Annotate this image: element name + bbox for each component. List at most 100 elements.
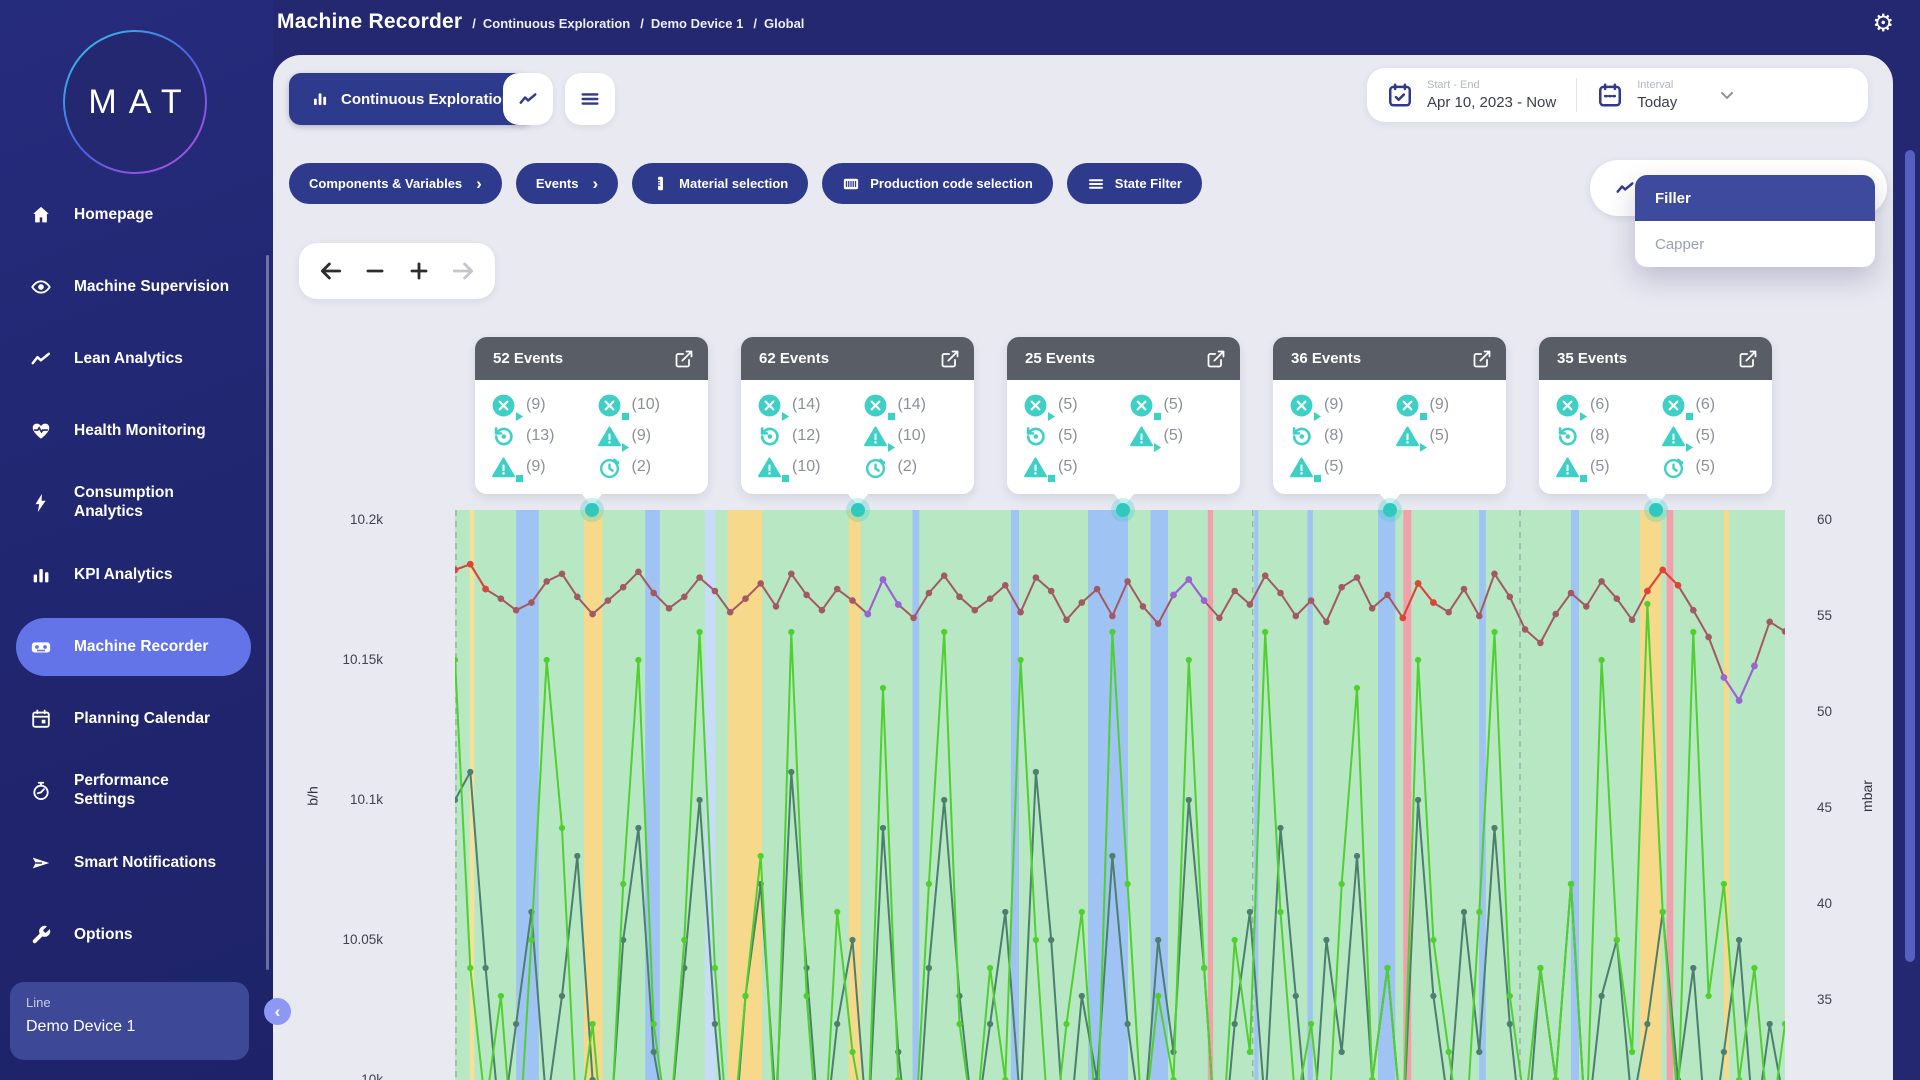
pan-right-button[interactable] xyxy=(450,258,476,284)
page-scrollbar[interactable] xyxy=(1905,150,1915,962)
settings-gear-icon[interactable]: ⚙ xyxy=(1872,12,1894,36)
breadcrumb[interactable]: Global xyxy=(753,16,804,31)
external-link-icon[interactable] xyxy=(1738,349,1758,369)
eye-icon xyxy=(30,276,52,298)
play-subicon xyxy=(887,443,896,452)
heart-pulse-icon xyxy=(30,420,52,442)
event-badge: 25 Events (5)(5)(5)(5)(5) xyxy=(1007,337,1240,494)
sidebar-nav: Homepage Machine Supervision Lean Analyt… xyxy=(0,179,273,971)
zoom-in-button[interactable] xyxy=(406,258,432,284)
sidebar-item-machine-supervision[interactable]: Machine Supervision xyxy=(0,251,273,323)
date-range-label: Start - End xyxy=(1427,79,1556,91)
square-subicon xyxy=(1153,412,1162,421)
refresh-icon xyxy=(1555,424,1580,449)
material-selection-filter[interactable]: Material selection xyxy=(632,163,808,204)
sidebar-scrollbar[interactable] xyxy=(266,255,269,970)
sidebar: MAT Homepage Machine Supervision Lean An… xyxy=(0,0,273,1080)
event-type-count: (10) xyxy=(863,423,969,449)
y2-axis-tick: 35 xyxy=(1817,992,1867,1007)
y-axis-tick: 10.2k xyxy=(303,512,383,527)
sidebar-item-options[interactable]: Options xyxy=(0,899,273,971)
sidebar-item-machine-recorder[interactable]: Machine Recorder xyxy=(0,611,273,683)
sidebar-item-homepage[interactable]: Homepage xyxy=(0,179,273,251)
date-range-value: Apr 10, 2023 - Now xyxy=(1427,94,1556,111)
date-range-picker[interactable]: Start - End Apr 10, 2023 - Now xyxy=(1367,79,1576,111)
production-code-filter[interactable]: Production code selection xyxy=(822,163,1053,204)
event-type-count: (14) xyxy=(863,392,969,418)
sidebar-item-smart-notifications[interactable]: Smart Notifications xyxy=(0,827,273,899)
zoom-out-button[interactable] xyxy=(362,258,388,284)
warning-icon xyxy=(1289,455,1314,480)
sidebar-item-kpi-analytics[interactable]: KPI Analytics xyxy=(0,539,273,611)
event-marker-dot[interactable] xyxy=(851,503,865,517)
cancel-icon xyxy=(1129,393,1154,418)
sidebar-item-consumption-analytics[interactable]: Consumption Analytics xyxy=(0,467,273,539)
warning-icon xyxy=(1661,424,1686,449)
event-marker-dot[interactable] xyxy=(1383,503,1397,517)
sidebar-collapse-button[interactable]: ‹ xyxy=(264,998,291,1025)
play-subicon xyxy=(1579,412,1588,421)
play-subicon xyxy=(1047,412,1056,421)
sidebar-item-health-monitoring[interactable]: Health Monitoring xyxy=(0,395,273,467)
interval-value: Today xyxy=(1637,94,1677,111)
device-tooltip-value: Demo Device 1 xyxy=(26,1018,233,1036)
stopwatch-icon xyxy=(30,780,52,802)
timeseries-chart[interactable] xyxy=(455,510,1785,1080)
event-type-count: (9) xyxy=(491,392,597,418)
external-link-icon[interactable] xyxy=(1472,349,1492,369)
event-type-count: (14) xyxy=(757,392,863,418)
play-subicon xyxy=(1153,443,1162,452)
line-view-button[interactable] xyxy=(503,73,553,125)
event-marker-dot[interactable] xyxy=(585,503,599,517)
warning-icon xyxy=(1395,424,1420,449)
event-type-count: (2) xyxy=(863,454,969,480)
continuous-exploration-tab[interactable]: Continuous Exploration xyxy=(289,73,533,125)
dropdown-option-capper[interactable]: Capper xyxy=(1635,221,1875,267)
components-variables-filter[interactable]: Components & Variables› xyxy=(289,163,502,204)
recorder-icon xyxy=(30,636,52,658)
external-link-icon[interactable] xyxy=(1206,349,1226,369)
breadcrumb[interactable]: Continuous Exploration xyxy=(472,16,630,31)
square-subicon xyxy=(1685,412,1694,421)
wrench-icon xyxy=(30,924,52,946)
refresh-icon xyxy=(757,424,782,449)
event-type-count: (5) xyxy=(1023,392,1129,418)
event-type-count: (8) xyxy=(1289,423,1395,449)
event-badge-title: 62 Events xyxy=(759,350,940,367)
brand-logo-text: MAT xyxy=(88,83,193,122)
play-subicon xyxy=(621,443,630,452)
chart-navigation-toolbar xyxy=(299,243,495,299)
clock-icon xyxy=(597,455,622,480)
play-subicon xyxy=(1313,412,1322,421)
sidebar-item-performance-settings[interactable]: Performance Settings xyxy=(0,755,273,827)
cancel-icon xyxy=(1395,393,1420,418)
breadcrumb[interactable]: Demo Device 1 xyxy=(640,16,743,31)
sidebar-item-planning-calendar[interactable]: Planning Calendar xyxy=(0,683,273,755)
event-badge-title: 25 Events xyxy=(1025,350,1206,367)
cancel-icon xyxy=(1661,393,1686,418)
event-marker-dot[interactable] xyxy=(1649,503,1663,517)
cancel-icon xyxy=(1555,393,1580,418)
pan-left-button[interactable] xyxy=(318,258,344,284)
event-marker-dot[interactable] xyxy=(1116,503,1130,517)
square-subicon xyxy=(621,412,630,421)
event-type-count: (6) xyxy=(1661,392,1767,418)
list-view-button[interactable] xyxy=(565,73,615,125)
machine-selection-dropdown: Filler Capper xyxy=(1635,175,1875,267)
y-axis-tick: 10.15k xyxy=(303,652,383,667)
brand-logo: MAT xyxy=(63,30,207,174)
events-filter[interactable]: Events› xyxy=(516,163,618,204)
external-link-icon[interactable] xyxy=(674,349,694,369)
external-link-icon[interactable] xyxy=(940,349,960,369)
interval-picker[interactable]: Interval Today xyxy=(1577,79,1757,111)
line-chart-icon xyxy=(517,88,539,110)
sidebar-item-lean-analytics[interactable]: Lean Analytics xyxy=(0,323,273,395)
play-subicon xyxy=(1419,443,1428,452)
cancel-icon xyxy=(863,393,888,418)
state-filter[interactable]: State Filter xyxy=(1067,163,1202,204)
line-chart-icon xyxy=(1614,177,1636,199)
warning-icon xyxy=(757,455,782,480)
dropdown-option-filler[interactable]: Filler xyxy=(1635,175,1875,221)
warning-icon xyxy=(1023,455,1048,480)
event-badge-title: 36 Events xyxy=(1291,350,1472,367)
